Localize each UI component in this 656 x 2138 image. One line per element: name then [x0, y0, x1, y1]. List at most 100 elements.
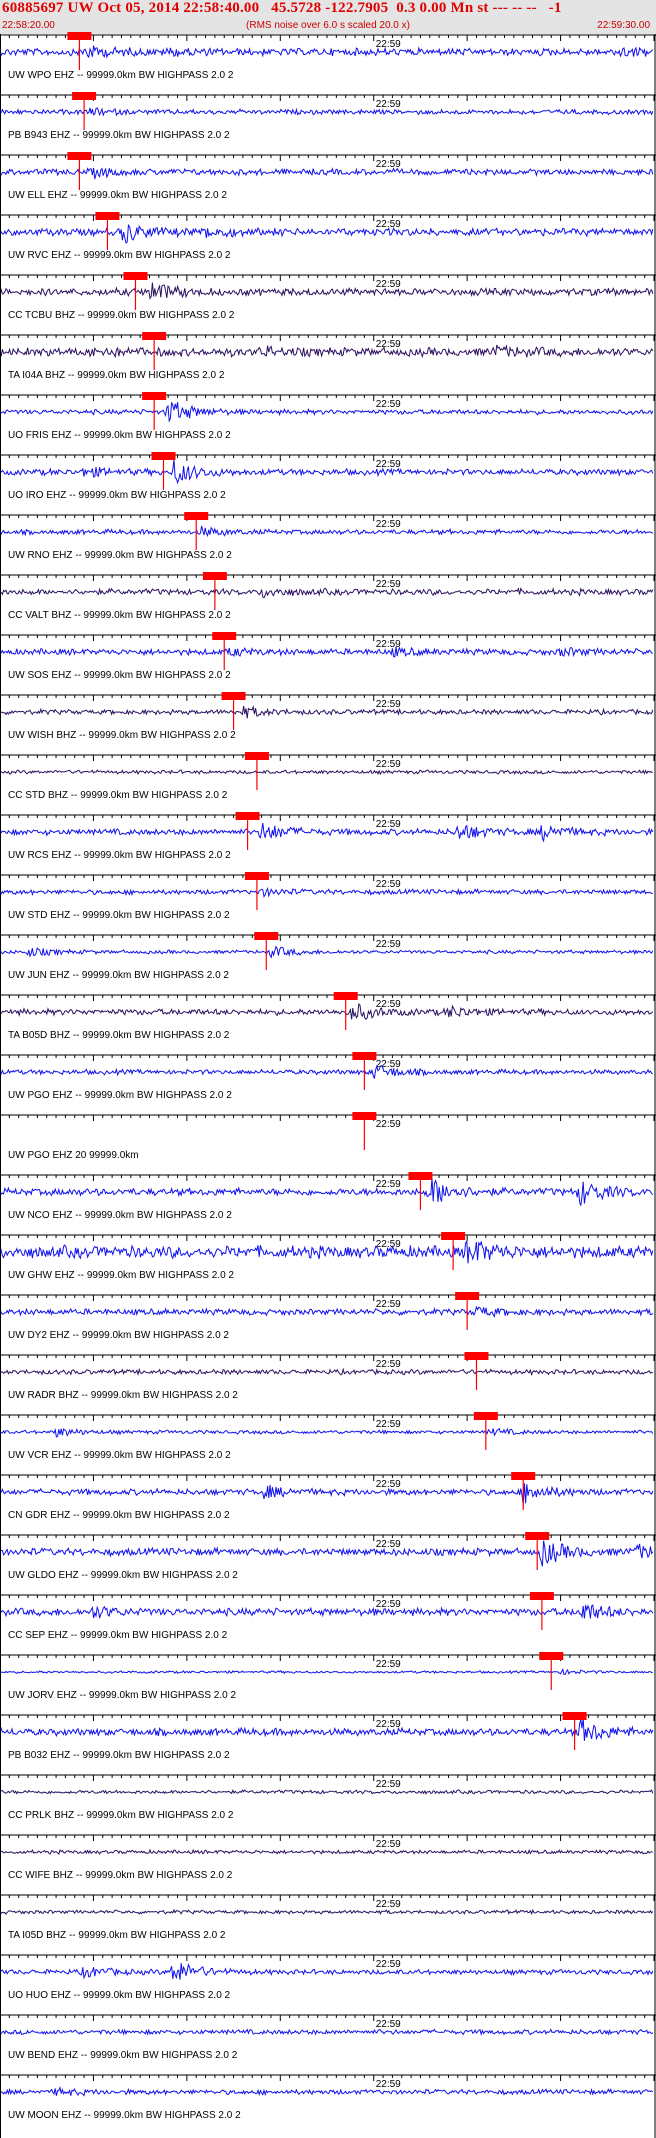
station-label: CC TCBU BHZ -- 99999.0km BW HIGHPASS 2.0…: [8, 310, 235, 321]
waveform: [0, 223, 654, 244]
trace-row: 22:59 UW JORV EHZ -- 99999.0km BW HIGHPAS…: [0, 1652, 656, 1701]
station-label: PB B032 EHZ -- 99999.0km BW HIGHPASS 2.0…: [8, 1750, 230, 1761]
trace-row: 22:59 TA I05D BHZ -- 99999.0km BW HIGHPAS…: [0, 1894, 656, 1941]
time-tick-label: 22:59: [376, 1119, 401, 1130]
station-label: UW WISH BHZ -- 99999.0km BW HIGHPASS 2.0…: [8, 730, 236, 741]
waveform: [0, 1604, 654, 1619]
waveform: [0, 45, 654, 59]
station-label: UW DY2 EHZ -- 99999.0km BW HIGHPASS 2.0 …: [8, 1330, 229, 1341]
trace-row: 22:59 TA B05D BHZ -- 99999.0km BW HIGHPAS…: [0, 992, 656, 1041]
station-label: UW GHW EHZ -- 99999.0km BW HIGHPASS 2.0 …: [8, 1270, 234, 1281]
station-label: UW VCR EHZ -- 99999.0km BW HIGHPASS 2.0 …: [8, 1450, 231, 1461]
station-label: UW JUN EHZ -- 99999.0km BW HIGHPASS 2.0 …: [8, 970, 229, 981]
time-tick-label: 22:59: [376, 339, 401, 350]
trace-row: 22:59 UW PGO EHZ 20 99999.0km: [0, 1112, 656, 1161]
trace-row: 22:59UW ELL EHZ -- 99999.0km BW HIGHPASS…: [0, 152, 656, 201]
station-label: TA B05D BHZ -- 99999.0km BW HIGHPASS 2.0…: [8, 1030, 230, 1041]
station-label: UW BEND EHZ -- 99999.0km BW HIGHPASS 2.0…: [8, 2050, 238, 2061]
time-tick-label: 22:59: [376, 1839, 401, 1850]
trace-row: 22:59 UW WISH BHZ -- 99999.0km BW HIGHPAS…: [0, 692, 656, 741]
trace-row: 22:59 CC STD BHZ -- 99999.0km BW HIGHPASS…: [0, 752, 656, 801]
time-tick-label: 22:59: [376, 1479, 401, 1490]
time-tick-label: 22:59: [376, 1179, 401, 1190]
station-label: CN GDR EHZ -- 99999.0km BW HIGHPASS 2.0 …: [8, 1510, 230, 1521]
trace-row: 22:59 PB B032 EHZ -- 99999.0km BW HIGHPAS…: [0, 1712, 656, 1761]
time-tick-label: 22:59: [376, 1359, 401, 1370]
time-tick-label: 22:59: [376, 1419, 401, 1430]
waveform: [0, 1963, 654, 1980]
time-tick-label: 22:59: [376, 759, 401, 770]
trace-row: 22:59 UW DY2 EHZ -- 99999.0km BW HIGHPASS…: [0, 1292, 656, 1341]
trace-row: 22:59 UW JUN EHZ -- 99999.0km BW HIGHPASS…: [0, 932, 656, 981]
trace-row: 22:59 UW WPO EHZ -- 99999.0km BW HIGHPASS…: [0, 32, 656, 81]
station-label: CC PRLK BHZ -- 99999.0km BW HIGHPASS 2.0…: [8, 1810, 234, 1821]
station-label: UW SOS EHZ -- 99999.0km BW HIGHPASS 2.0 …: [8, 670, 231, 681]
trace-row: 22:59 CC SEP EHZ -- 99999.0km BW HIGHPASS…: [0, 1592, 656, 1641]
station-label: PB B943 EHZ -- 99999.0km BW HIGHPASS 2.0…: [8, 130, 230, 141]
waveform: [0, 2028, 654, 2036]
waveform: [0, 1427, 654, 1438]
waveform: [0, 1667, 653, 1675]
station-label: UO HUO EHZ -- 99999.0km BW HIGHPASS 2.0 …: [8, 1990, 231, 2001]
waveform: [0, 1718, 654, 1741]
waveform: [0, 646, 653, 658]
station-label: UW STD EHZ -- 99999.0km BW HIGHPASS 2.0 …: [8, 910, 230, 921]
time-tick-label: 22:59: [376, 2079, 401, 2090]
station-label: CC WIFE BHZ -- 99999.0km BW HIGHPASS 2.0…: [8, 1870, 233, 1881]
time-tick-label: 22:59: [376, 39, 401, 50]
waveform: [0, 525, 654, 538]
waveform: [0, 1367, 653, 1376]
waveform: [0, 107, 654, 117]
waveform: [0, 167, 654, 180]
trace-row: 22:59 UO HUO EHZ -- 99999.0km BW HIGHPASS…: [0, 1954, 656, 2001]
station-label: UW GLDO EHZ -- 99999.0km BW HIGHPASS 2.0…: [8, 1570, 238, 1581]
time-tick-label: 22:59: [376, 879, 401, 890]
time-tick-label: 22:59: [376, 1779, 401, 1790]
trace-row: 22:59 UW RCS EHZ -- 99999.0km BW HIGHPASS…: [0, 812, 656, 861]
trace-row: 22:59 CC PRLK BHZ -- 99999.0km BW HIGHPAS…: [0, 1774, 656, 1821]
waveform: [0, 1788, 654, 1795]
station-label: UW RADR BHZ -- 99999.0km BW HIGHPASS 2.0…: [8, 1390, 238, 1401]
station-label: TA I05D BHZ -- 99999.0km BW HIGHPASS 2.0…: [8, 1930, 226, 1941]
time-tick-label: 22:59: [376, 279, 401, 290]
trace-row: 22:59 UO FRIS EHZ -- 99999.0km BW HIGHPAS…: [0, 392, 656, 441]
time-tick-label: 22:59: [376, 1719, 401, 1730]
waveform: [0, 705, 654, 719]
waveform: [0, 1540, 654, 1567]
seismogram-plot: 22:59 UW WPO EHZ -- 99999.0km BW HIGHPASS…: [0, 32, 656, 2138]
station-label: UO IRO EHZ -- 99999.0km BW HIGHPASS 2.0 …: [8, 490, 226, 501]
time-tick-label: 22:59: [376, 699, 401, 710]
time-tick-label: 22:59: [376, 519, 401, 530]
trace-row: 22:59 UW GLDO EHZ -- 99999.0km BW HIGHPAS…: [0, 1532, 656, 1581]
time-tick-label: 22:59: [376, 459, 401, 470]
station-label: CC SEP EHZ -- 99999.0km BW HIGHPASS 2.0 …: [8, 1630, 228, 1641]
waveform: [0, 822, 654, 843]
waveform: [0, 769, 653, 776]
waveform: [0, 1002, 654, 1020]
waveform: [0, 1064, 653, 1079]
waveform: [0, 282, 654, 300]
station-label: TA I04A BHZ -- 99999.0km BW HIGHPASS 2.0…: [8, 370, 225, 381]
station-label: UW NCO EHZ -- 99999.0km BW HIGHPASS 2.0 …: [8, 1210, 232, 1221]
station-label: UW JORV EHZ -- 99999.0km BW HIGHPASS 2.0…: [8, 1690, 236, 1701]
time-tick-label: 22:59: [376, 1239, 401, 1250]
station-label: UW WPO EHZ -- 99999.0km BW HIGHPASS 2.0 …: [8, 70, 234, 81]
time-tick-label: 22:59: [376, 999, 401, 1010]
trace-row: 22:59 TA I04A BHZ -- 99999.0km BW HIGHPAS…: [0, 332, 656, 381]
time-tick-label: 22:59: [376, 1299, 401, 1310]
waveform: [0, 1483, 654, 1505]
time-tick-label: 22:59: [376, 1659, 401, 1670]
station-label: UW RNO EHZ -- 99999.0km BW HIGHPASS 2.0 …: [8, 550, 232, 561]
trace-row: 22:59 UW NCO EHZ -- 99999.0km BW HIGHPASS…: [0, 1172, 656, 1221]
station-label: UW PGO EHZ -- 99999.0km BW HIGHPASS 2.0 …: [8, 1090, 232, 1101]
waveform: [0, 945, 654, 959]
trace-row: 22:59UW PGO EHZ -- 99999.0km BW HIGHPASS…: [0, 1052, 656, 1101]
time-tick-label: 22:59: [376, 579, 401, 590]
waveform: [0, 1848, 653, 1856]
time-tick-label: 22:59: [376, 1539, 401, 1550]
station-label: UW RVC EHZ -- 99999.0km BW HIGHPASS 2.0 …: [8, 250, 231, 261]
trace-row: 22:59 UW STD EHZ -- 99999.0km BW HIGHPASS…: [0, 872, 656, 921]
trace-row: 22:59 CC TCBU BHZ -- 99999.0km BW HIGHPAS…: [0, 272, 656, 321]
waveform: [0, 1177, 654, 1206]
waveform: [0, 886, 654, 898]
